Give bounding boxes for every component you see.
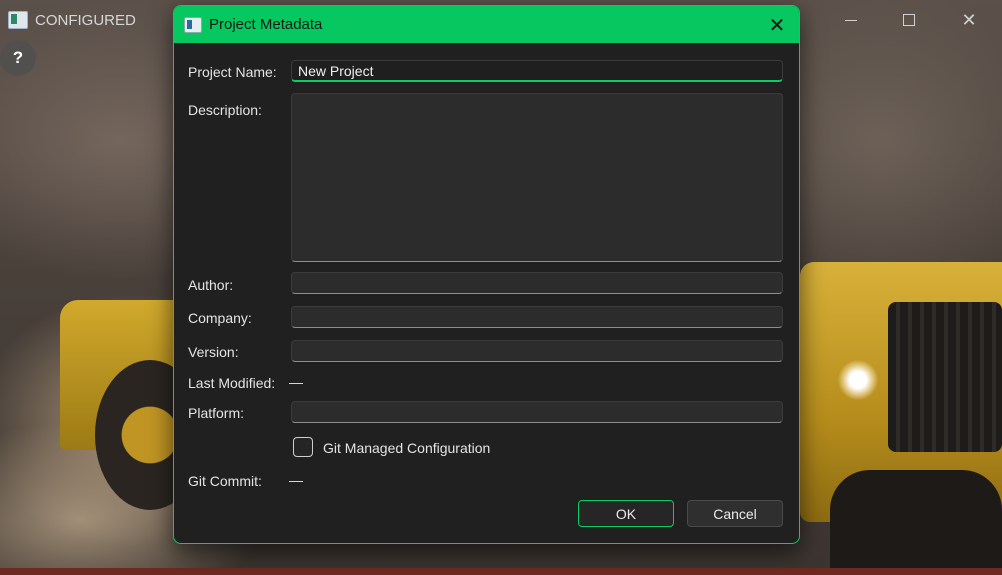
platform-input[interactable] — [291, 401, 783, 423]
loader-tire-right — [830, 470, 1002, 570]
git-managed-checkbox[interactable] — [293, 437, 313, 457]
maximize-icon — [903, 14, 915, 26]
bottom-strip — [0, 568, 1002, 575]
git-commit-value: — — [289, 472, 303, 488]
description-label: Description: — [188, 102, 262, 118]
app-icon — [8, 11, 28, 29]
loader-grille — [888, 302, 1002, 452]
project-name-label: Project Name: — [188, 64, 277, 80]
maximize-button[interactable] — [880, 0, 938, 40]
dialog-titlebar: Project Metadata ✕ — [174, 6, 799, 43]
author-label: Author: — [188, 277, 234, 293]
git-managed-label[interactable]: Git Managed Configuration — [323, 440, 490, 456]
description-textarea[interactable] — [291, 93, 783, 262]
company-input[interactable] — [291, 306, 783, 328]
last-modified-label: Last Modified: — [188, 375, 276, 391]
author-input[interactable] — [291, 272, 783, 294]
project-metadata-dialog: Project Metadata ✕ Project Name: Descrip… — [173, 5, 800, 544]
git-commit-label: Git Commit: — [188, 473, 262, 489]
version-label: Version: — [188, 344, 239, 360]
platform-label: Platform: — [188, 405, 245, 421]
dialog-app-icon — [184, 17, 202, 33]
app-title: CONFIGURED — [35, 12, 136, 29]
close-icon: ✕ — [961, 9, 977, 30]
dialog-title: Project Metadata — [209, 16, 323, 33]
cancel-button[interactable]: Cancel — [687, 500, 783, 527]
project-name-input[interactable] — [291, 60, 783, 82]
loader-headlight — [838, 360, 878, 400]
minimize-icon — [845, 19, 857, 21]
close-window-button[interactable]: ✕ — [940, 0, 998, 40]
last-modified-value: — — [289, 374, 303, 390]
close-icon: ✕ — [768, 14, 786, 37]
company-label: Company: — [188, 310, 252, 326]
version-input[interactable] — [291, 340, 783, 362]
ok-button[interactable]: OK — [578, 500, 674, 527]
help-button[interactable]: ? — [0, 40, 36, 76]
dialog-close-button[interactable]: ✕ — [762, 11, 792, 39]
minimize-button[interactable] — [822, 0, 880, 40]
